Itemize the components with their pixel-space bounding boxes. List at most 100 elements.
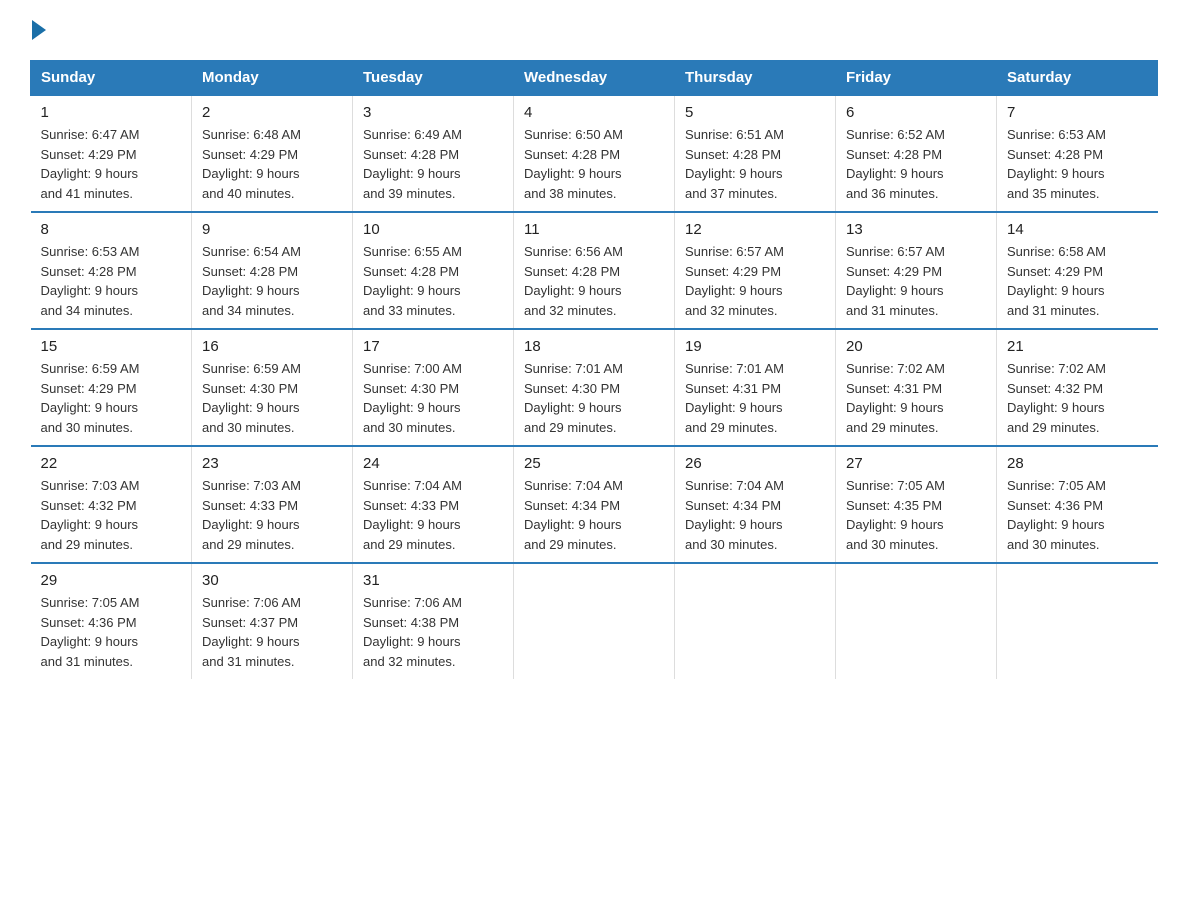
calendar-day-cell: 10 Sunrise: 6:55 AMSunset: 4:28 PMDaylig… <box>353 212 514 329</box>
day-info: Sunrise: 6:57 AMSunset: 4:29 PMDaylight:… <box>846 242 986 320</box>
calendar-day-cell: 19 Sunrise: 7:01 AMSunset: 4:31 PMDaylig… <box>675 329 836 446</box>
day-number: 16 <box>202 338 342 355</box>
day-info: Sunrise: 6:47 AMSunset: 4:29 PMDaylight:… <box>41 125 182 203</box>
calendar-day-cell: 24 Sunrise: 7:04 AMSunset: 4:33 PMDaylig… <box>353 446 514 563</box>
calendar-day-cell: 1 Sunrise: 6:47 AMSunset: 4:29 PMDayligh… <box>31 95 192 212</box>
calendar-day-cell: 20 Sunrise: 7:02 AMSunset: 4:31 PMDaylig… <box>836 329 997 446</box>
day-info: Sunrise: 7:01 AMSunset: 4:31 PMDaylight:… <box>685 359 825 437</box>
calendar-day-cell: 31 Sunrise: 7:06 AMSunset: 4:38 PMDaylig… <box>353 563 514 679</box>
day-info: Sunrise: 6:53 AMSunset: 4:28 PMDaylight:… <box>1007 125 1148 203</box>
calendar-day-cell: 13 Sunrise: 6:57 AMSunset: 4:29 PMDaylig… <box>836 212 997 329</box>
day-number: 4 <box>524 104 664 121</box>
calendar-day-cell: 16 Sunrise: 6:59 AMSunset: 4:30 PMDaylig… <box>192 329 353 446</box>
calendar-day-cell: 17 Sunrise: 7:00 AMSunset: 4:30 PMDaylig… <box>353 329 514 446</box>
day-info: Sunrise: 6:54 AMSunset: 4:28 PMDaylight:… <box>202 242 342 320</box>
day-info: Sunrise: 7:03 AMSunset: 4:32 PMDaylight:… <box>41 476 182 554</box>
weekday-header-tuesday: Tuesday <box>353 61 514 96</box>
calendar-day-cell: 5 Sunrise: 6:51 AMSunset: 4:28 PMDayligh… <box>675 95 836 212</box>
day-number: 6 <box>846 104 986 121</box>
day-info: Sunrise: 6:59 AMSunset: 4:30 PMDaylight:… <box>202 359 342 437</box>
day-number: 2 <box>202 104 342 121</box>
day-info: Sunrise: 6:58 AMSunset: 4:29 PMDaylight:… <box>1007 242 1148 320</box>
day-number: 1 <box>41 104 182 121</box>
day-number: 7 <box>1007 104 1148 121</box>
calendar-day-cell: 7 Sunrise: 6:53 AMSunset: 4:28 PMDayligh… <box>997 95 1158 212</box>
calendar-day-cell <box>675 563 836 679</box>
day-info: Sunrise: 7:05 AMSunset: 4:36 PMDaylight:… <box>41 593 182 671</box>
day-number: 28 <box>1007 455 1148 472</box>
calendar-day-cell <box>514 563 675 679</box>
day-info: Sunrise: 7:05 AMSunset: 4:36 PMDaylight:… <box>1007 476 1148 554</box>
day-number: 9 <box>202 221 342 238</box>
day-number: 17 <box>363 338 503 355</box>
page-header <box>30 20 1158 42</box>
day-number: 3 <box>363 104 503 121</box>
calendar-week-row: 8 Sunrise: 6:53 AMSunset: 4:28 PMDayligh… <box>31 212 1158 329</box>
weekday-header-saturday: Saturday <box>997 61 1158 96</box>
day-number: 14 <box>1007 221 1148 238</box>
day-info: Sunrise: 6:52 AMSunset: 4:28 PMDaylight:… <box>846 125 986 203</box>
calendar-week-row: 1 Sunrise: 6:47 AMSunset: 4:29 PMDayligh… <box>31 95 1158 212</box>
calendar-week-row: 15 Sunrise: 6:59 AMSunset: 4:29 PMDaylig… <box>31 329 1158 446</box>
day-info: Sunrise: 6:55 AMSunset: 4:28 PMDaylight:… <box>363 242 503 320</box>
day-info: Sunrise: 6:57 AMSunset: 4:29 PMDaylight:… <box>685 242 825 320</box>
day-number: 31 <box>363 572 503 589</box>
weekday-header-row: SundayMondayTuesdayWednesdayThursdayFrid… <box>31 61 1158 96</box>
calendar-day-cell: 22 Sunrise: 7:03 AMSunset: 4:32 PMDaylig… <box>31 446 192 563</box>
calendar-day-cell <box>997 563 1158 679</box>
calendar-day-cell: 12 Sunrise: 6:57 AMSunset: 4:29 PMDaylig… <box>675 212 836 329</box>
day-info: Sunrise: 7:06 AMSunset: 4:38 PMDaylight:… <box>363 593 503 671</box>
calendar-day-cell: 8 Sunrise: 6:53 AMSunset: 4:28 PMDayligh… <box>31 212 192 329</box>
calendar-day-cell: 2 Sunrise: 6:48 AMSunset: 4:29 PMDayligh… <box>192 95 353 212</box>
day-info: Sunrise: 6:59 AMSunset: 4:29 PMDaylight:… <box>41 359 182 437</box>
weekday-header-thursday: Thursday <box>675 61 836 96</box>
day-info: Sunrise: 7:04 AMSunset: 4:34 PMDaylight:… <box>524 476 664 554</box>
calendar-day-cell: 25 Sunrise: 7:04 AMSunset: 4:34 PMDaylig… <box>514 446 675 563</box>
day-number: 25 <box>524 455 664 472</box>
day-number: 29 <box>41 572 182 589</box>
day-number: 30 <box>202 572 342 589</box>
day-info: Sunrise: 6:50 AMSunset: 4:28 PMDaylight:… <box>524 125 664 203</box>
day-number: 12 <box>685 221 825 238</box>
day-info: Sunrise: 6:49 AMSunset: 4:28 PMDaylight:… <box>363 125 503 203</box>
day-info: Sunrise: 6:56 AMSunset: 4:28 PMDaylight:… <box>524 242 664 320</box>
calendar-day-cell: 3 Sunrise: 6:49 AMSunset: 4:28 PMDayligh… <box>353 95 514 212</box>
day-number: 11 <box>524 221 664 238</box>
calendar-day-cell: 30 Sunrise: 7:06 AMSunset: 4:37 PMDaylig… <box>192 563 353 679</box>
day-number: 5 <box>685 104 825 121</box>
day-number: 26 <box>685 455 825 472</box>
logo <box>30 20 48 42</box>
calendar-day-cell: 15 Sunrise: 6:59 AMSunset: 4:29 PMDaylig… <box>31 329 192 446</box>
calendar-day-cell <box>836 563 997 679</box>
day-info: Sunrise: 7:02 AMSunset: 4:31 PMDaylight:… <box>846 359 986 437</box>
day-number: 21 <box>1007 338 1148 355</box>
calendar-body: 1 Sunrise: 6:47 AMSunset: 4:29 PMDayligh… <box>31 95 1158 679</box>
calendar-day-cell: 6 Sunrise: 6:52 AMSunset: 4:28 PMDayligh… <box>836 95 997 212</box>
calendar-day-cell: 18 Sunrise: 7:01 AMSunset: 4:30 PMDaylig… <box>514 329 675 446</box>
day-number: 22 <box>41 455 182 472</box>
calendar-day-cell: 21 Sunrise: 7:02 AMSunset: 4:32 PMDaylig… <box>997 329 1158 446</box>
calendar-day-cell: 26 Sunrise: 7:04 AMSunset: 4:34 PMDaylig… <box>675 446 836 563</box>
weekday-header-sunday: Sunday <box>31 61 192 96</box>
logo-arrow-icon <box>32 20 46 40</box>
calendar-day-cell: 27 Sunrise: 7:05 AMSunset: 4:35 PMDaylig… <box>836 446 997 563</box>
calendar-day-cell: 29 Sunrise: 7:05 AMSunset: 4:36 PMDaylig… <box>31 563 192 679</box>
day-number: 18 <box>524 338 664 355</box>
calendar-day-cell: 14 Sunrise: 6:58 AMSunset: 4:29 PMDaylig… <box>997 212 1158 329</box>
day-info: Sunrise: 7:01 AMSunset: 4:30 PMDaylight:… <box>524 359 664 437</box>
day-number: 27 <box>846 455 986 472</box>
day-info: Sunrise: 6:48 AMSunset: 4:29 PMDaylight:… <box>202 125 342 203</box>
day-info: Sunrise: 7:04 AMSunset: 4:33 PMDaylight:… <box>363 476 503 554</box>
day-number: 24 <box>363 455 503 472</box>
day-number: 8 <box>41 221 182 238</box>
weekday-header-wednesday: Wednesday <box>514 61 675 96</box>
calendar-week-row: 29 Sunrise: 7:05 AMSunset: 4:36 PMDaylig… <box>31 563 1158 679</box>
weekday-header-friday: Friday <box>836 61 997 96</box>
calendar-day-cell: 23 Sunrise: 7:03 AMSunset: 4:33 PMDaylig… <box>192 446 353 563</box>
day-number: 13 <box>846 221 986 238</box>
calendar-day-cell: 9 Sunrise: 6:54 AMSunset: 4:28 PMDayligh… <box>192 212 353 329</box>
day-info: Sunrise: 7:04 AMSunset: 4:34 PMDaylight:… <box>685 476 825 554</box>
day-info: Sunrise: 7:02 AMSunset: 4:32 PMDaylight:… <box>1007 359 1148 437</box>
day-info: Sunrise: 7:05 AMSunset: 4:35 PMDaylight:… <box>846 476 986 554</box>
day-info: Sunrise: 6:51 AMSunset: 4:28 PMDaylight:… <box>685 125 825 203</box>
